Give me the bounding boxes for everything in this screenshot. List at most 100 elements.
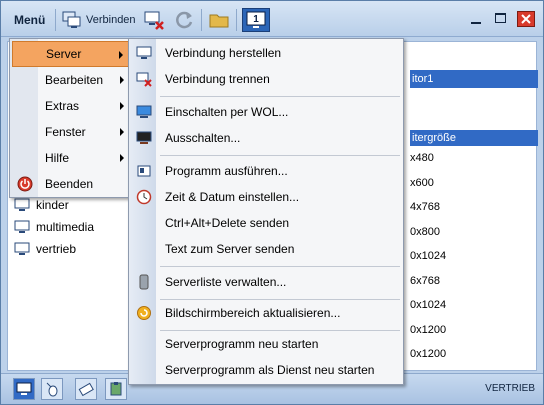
menu-separator [160, 96, 400, 97]
menu-separator [160, 266, 400, 267]
menu-item-label: Verbindung herstellen [165, 46, 282, 60]
server-group-item[interactable]: vertrieb [14, 238, 134, 260]
menu-item-label: Serverprogramm als Dienst neu starten [165, 363, 375, 377]
clock-icon [136, 189, 152, 205]
submenu-arrow-icon [119, 51, 123, 59]
folder-button[interactable] [208, 8, 230, 32]
menu-item-verbindung-herstellen[interactable]: Verbindung herstellen [129, 41, 403, 65]
menu-item-text-senden[interactable]: Text zum Server senden [129, 237, 403, 261]
menu-item-label: Bearbeiten [45, 73, 104, 87]
menu-item-label: Serverprogramm neu starten [165, 337, 319, 351]
menu-item-serverliste-verwalten[interactable]: Serverliste verwalten... [129, 270, 403, 294]
server-list-icon [139, 274, 149, 290]
submenu-arrow-icon [120, 102, 124, 110]
connect-label: Verbinden [86, 14, 136, 26]
menu-separator [160, 155, 400, 156]
menu-item-einschalten-wol[interactable]: Einschalten per WOL... [129, 100, 403, 124]
clipboard-icon [110, 382, 122, 396]
menu-item-label: Zeit & Datum einstellen... [165, 190, 300, 204]
app-window: Menü Verbinden 1 itor1 itergröße x480 x6… [0, 0, 544, 405]
server-group-list: kinder multimedia vertrieb [14, 194, 134, 260]
server-submenu: Verbindung herstellen Verbindung trennen… [128, 38, 404, 385]
minimize-button[interactable] [467, 11, 485, 27]
resolution-list: x480 x600 4x768 0x800 0x1024 6x768 0x102… [410, 146, 538, 367]
server-group-name: vertrieb [36, 242, 77, 256]
mouse-icon [46, 382, 58, 397]
connect-icon [136, 46, 152, 59]
menu-item-label: Server [46, 47, 82, 61]
menu-item-label: Beenden [45, 177, 94, 191]
menu-item-programm-ausfuehren[interactable]: Programm ausführen... [129, 159, 403, 183]
resolution-item[interactable]: 0x1024 [410, 293, 538, 318]
selected-server-row[interactable]: itor1 [410, 70, 538, 88]
menu-item-label: Einschalten per WOL... [165, 105, 289, 119]
power-icon [17, 176, 33, 192]
monitor-icon [14, 242, 30, 255]
menu-item-beenden[interactable]: Beenden [12, 171, 130, 197]
disconnect-button[interactable] [143, 8, 165, 32]
resolution-item[interactable]: x600 [410, 171, 538, 196]
screen-view-button[interactable] [13, 378, 35, 400]
resolution-item[interactable]: 0x800 [410, 220, 538, 245]
resolution-item[interactable]: x480 [410, 146, 538, 171]
server-group-item[interactable]: multimedia [14, 216, 134, 238]
menu-item-zeit-datum[interactable]: Zeit & Datum einstellen... [129, 185, 403, 209]
monitor-icon [16, 382, 32, 395]
refresh-button[interactable] [173, 8, 195, 32]
menu-item-bearbeiten[interactable]: Bearbeiten [12, 67, 130, 93]
menu-item-hilfe[interactable]: Hilfe [12, 145, 130, 171]
connect-button[interactable]: Verbinden [61, 8, 136, 32]
menu-item-bildschirmbereich[interactable]: Bildschirmbereich aktualisieren... [129, 301, 403, 325]
menu-item-server[interactable]: Server [12, 41, 130, 67]
menu-item-label: Extras [45, 99, 80, 113]
resolution-column-header[interactable]: itergröße [410, 130, 538, 146]
clipboard-button[interactable] [105, 378, 127, 400]
monitor-icon [14, 220, 30, 233]
menu-item-label: Programm ausführen... [165, 164, 288, 178]
refresh-area-icon [137, 306, 151, 320]
menu-button[interactable]: Menü [8, 8, 51, 32]
submenu-arrow-icon [120, 128, 124, 136]
submenu-arrow-icon [120, 154, 124, 162]
server-group-name: multimedia [36, 220, 95, 234]
main-menu: Server Bearbeiten Extras Fenster Hilfe B… [9, 38, 131, 198]
monitor-1-button[interactable]: 1 [242, 8, 270, 32]
refresh-icon [176, 11, 193, 29]
resolution-item[interactable]: 6x768 [410, 269, 538, 294]
connect-icon [62, 11, 81, 28]
close-icon [521, 14, 531, 24]
menu-item-ausschalten[interactable]: Ausschalten... [129, 126, 403, 150]
monitor-1-icon: 1 [246, 11, 266, 28]
menu-separator [160, 330, 400, 331]
menu-item-label: Ausschalten... [165, 131, 241, 145]
disconnect-icon [144, 11, 164, 30]
toolbar-separator [55, 9, 56, 31]
monitor-number: 1 [253, 14, 259, 25]
monitor-icon [14, 198, 30, 211]
menu-item-serverprogramm-neu-starten[interactable]: Serverprogramm neu starten [129, 332, 403, 356]
menu-item-verbindung-trennen[interactable]: Verbindung trennen [129, 67, 403, 91]
menu-separator [160, 299, 400, 300]
menu-item-extras[interactable]: Extras [12, 93, 130, 119]
resolution-item[interactable]: 4x768 [410, 195, 538, 220]
menu-item-label: Ctrl+Alt+Delete senden [165, 216, 290, 230]
maximize-button[interactable] [492, 11, 510, 27]
shutdown-icon [136, 131, 152, 144]
resolution-item[interactable]: 0x1024 [410, 244, 538, 269]
close-button[interactable] [517, 11, 535, 27]
menu-item-fenster[interactable]: Fenster [12, 119, 130, 145]
toolbar-separator [201, 9, 202, 31]
keyboard-button[interactable] [75, 378, 97, 400]
mouse-button[interactable] [41, 378, 63, 400]
toolbar-separator [236, 9, 237, 31]
resolution-item[interactable]: 0x1200 [410, 342, 538, 367]
toolbar: Menü Verbinden 1 [1, 1, 543, 37]
menu-item-serverprogramm-dienst-neu-starten[interactable]: Serverprogramm als Dienst neu starten [129, 358, 403, 382]
keyboard-icon [78, 382, 94, 397]
run-program-icon [137, 165, 151, 177]
menu-item-label: Bildschirmbereich aktualisieren... [165, 306, 341, 320]
folder-icon [209, 14, 229, 28]
maximize-icon [495, 13, 506, 23]
resolution-item[interactable]: 0x1200 [410, 318, 538, 343]
menu-item-ctrl-alt-delete[interactable]: Ctrl+Alt+Delete senden [129, 211, 403, 235]
